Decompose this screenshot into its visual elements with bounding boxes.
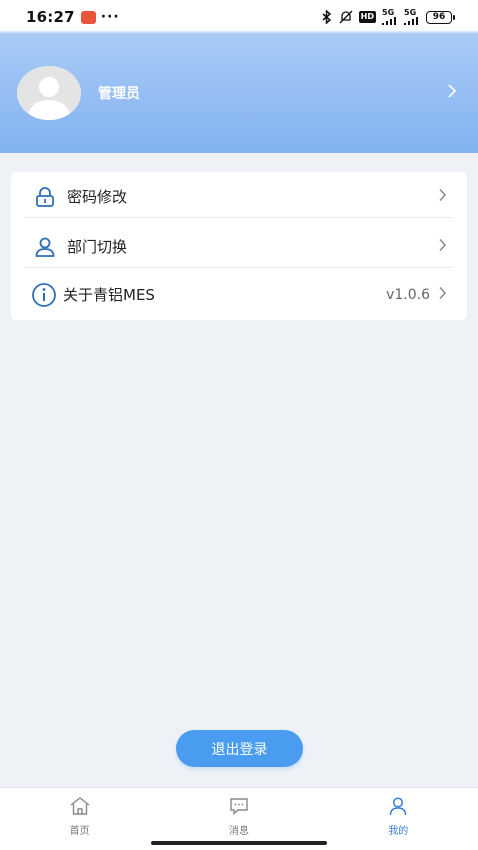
menu-item-right: v1.0.6 xyxy=(386,285,447,304)
chevron-right-icon[interactable] xyxy=(447,83,457,103)
chevron-right-icon xyxy=(438,285,447,304)
tab-label: 首页 xyxy=(69,826,90,837)
network-type-label: 5G xyxy=(382,8,395,17)
divider xyxy=(25,217,453,218)
message-icon xyxy=(228,796,250,820)
status-time: 16:27 xyxy=(26,8,75,26)
version-text: v1.0.6 xyxy=(386,286,430,303)
chevron-right-icon xyxy=(438,237,447,256)
home-icon xyxy=(69,796,91,820)
menu-item-switch-department[interactable]: 部门切换 xyxy=(11,222,467,271)
status-indicators: HD 5G 5G 96 xyxy=(321,9,455,25)
tab-profile[interactable]: 我的 xyxy=(319,788,478,850)
menu-item-right xyxy=(438,187,447,206)
app-notification-icon xyxy=(80,10,96,24)
menu-item-change-password[interactable]: 密码修改 xyxy=(11,172,467,221)
logout-button[interactable]: 退出登录 xyxy=(176,730,303,767)
battery-level: 96 xyxy=(432,12,446,22)
user-icon xyxy=(33,235,57,259)
menu-item-about[interactable]: 关于青铝MES v1.0.6 xyxy=(11,270,467,319)
status-bar: 16:27 ··· HD 5G 5G 96 xyxy=(0,0,478,34)
battery-icon: 96 xyxy=(426,10,455,24)
tab-label: 我的 xyxy=(388,826,409,837)
chevron-right-icon xyxy=(438,187,447,206)
mute-bell-icon xyxy=(339,10,353,24)
signal-icon-1: 5G xyxy=(382,9,398,25)
tab-home[interactable]: 首页 xyxy=(0,788,159,850)
home-indicator-bar[interactable] xyxy=(151,841,327,845)
menu-item-right xyxy=(438,237,447,256)
profile-icon xyxy=(387,796,409,820)
profile-row[interactable]: 管理员 xyxy=(17,65,461,121)
status-more-dots: ··· xyxy=(100,9,120,25)
tab-label: 消息 xyxy=(228,826,249,837)
menu-item-label: 密码修改 xyxy=(67,188,128,206)
signal-icon-2: 5G xyxy=(404,9,420,25)
lock-icon xyxy=(33,185,57,209)
info-icon xyxy=(31,282,57,308)
bluetooth-icon xyxy=(321,10,333,24)
menu-item-label: 关于青铝MES xyxy=(63,286,155,304)
network-type-label: 5G xyxy=(404,8,417,17)
avatar[interactable] xyxy=(17,66,81,120)
menu-item-label: 部门切换 xyxy=(67,238,128,256)
divider xyxy=(25,267,453,268)
hd-badge: HD xyxy=(358,11,376,23)
settings-menu-card: 密码修改 部门切换 关于青铝MES v1.0.6 xyxy=(11,172,467,320)
profile-name: 管理员 xyxy=(98,86,140,102)
